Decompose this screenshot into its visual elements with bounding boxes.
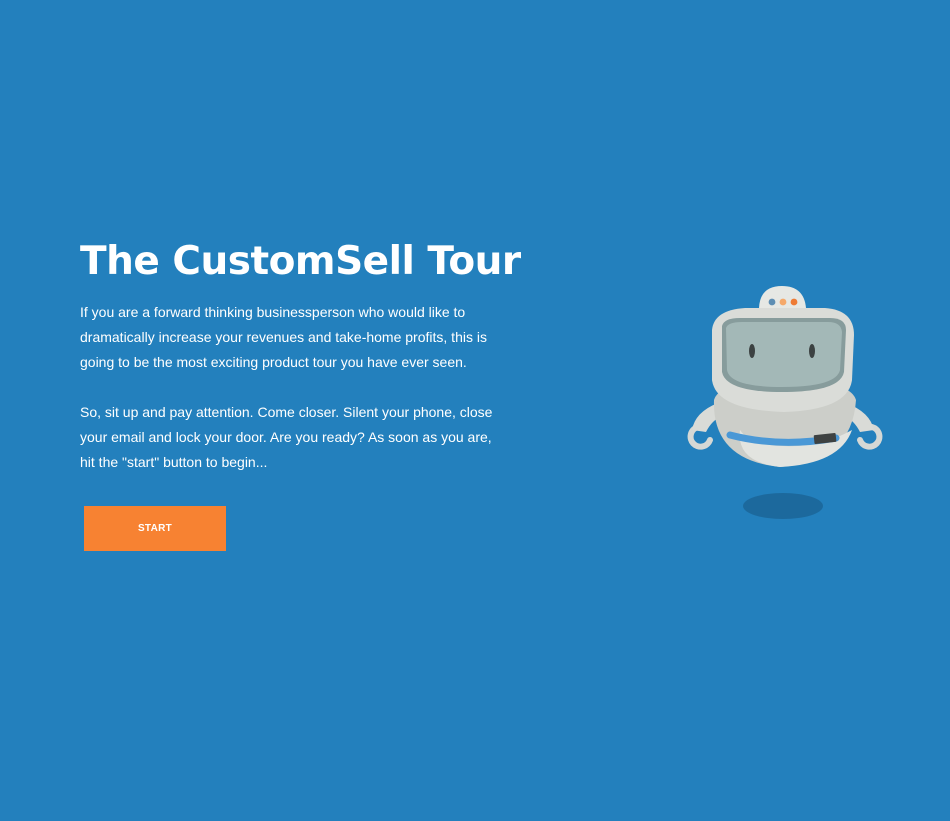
page-title: The CustomSell Tour <box>80 239 521 284</box>
intro-paragraph-1: If you are a forward thinking businesspe… <box>80 304 487 370</box>
start-button[interactable]: START <box>84 506 226 551</box>
intro-paragraph-2: So, sit up and pay attention. Come close… <box>80 404 493 470</box>
intro-section: The CustomSell Tour If you are a forward… <box>80 236 521 475</box>
robot-mascot-icon <box>670 280 900 530</box>
